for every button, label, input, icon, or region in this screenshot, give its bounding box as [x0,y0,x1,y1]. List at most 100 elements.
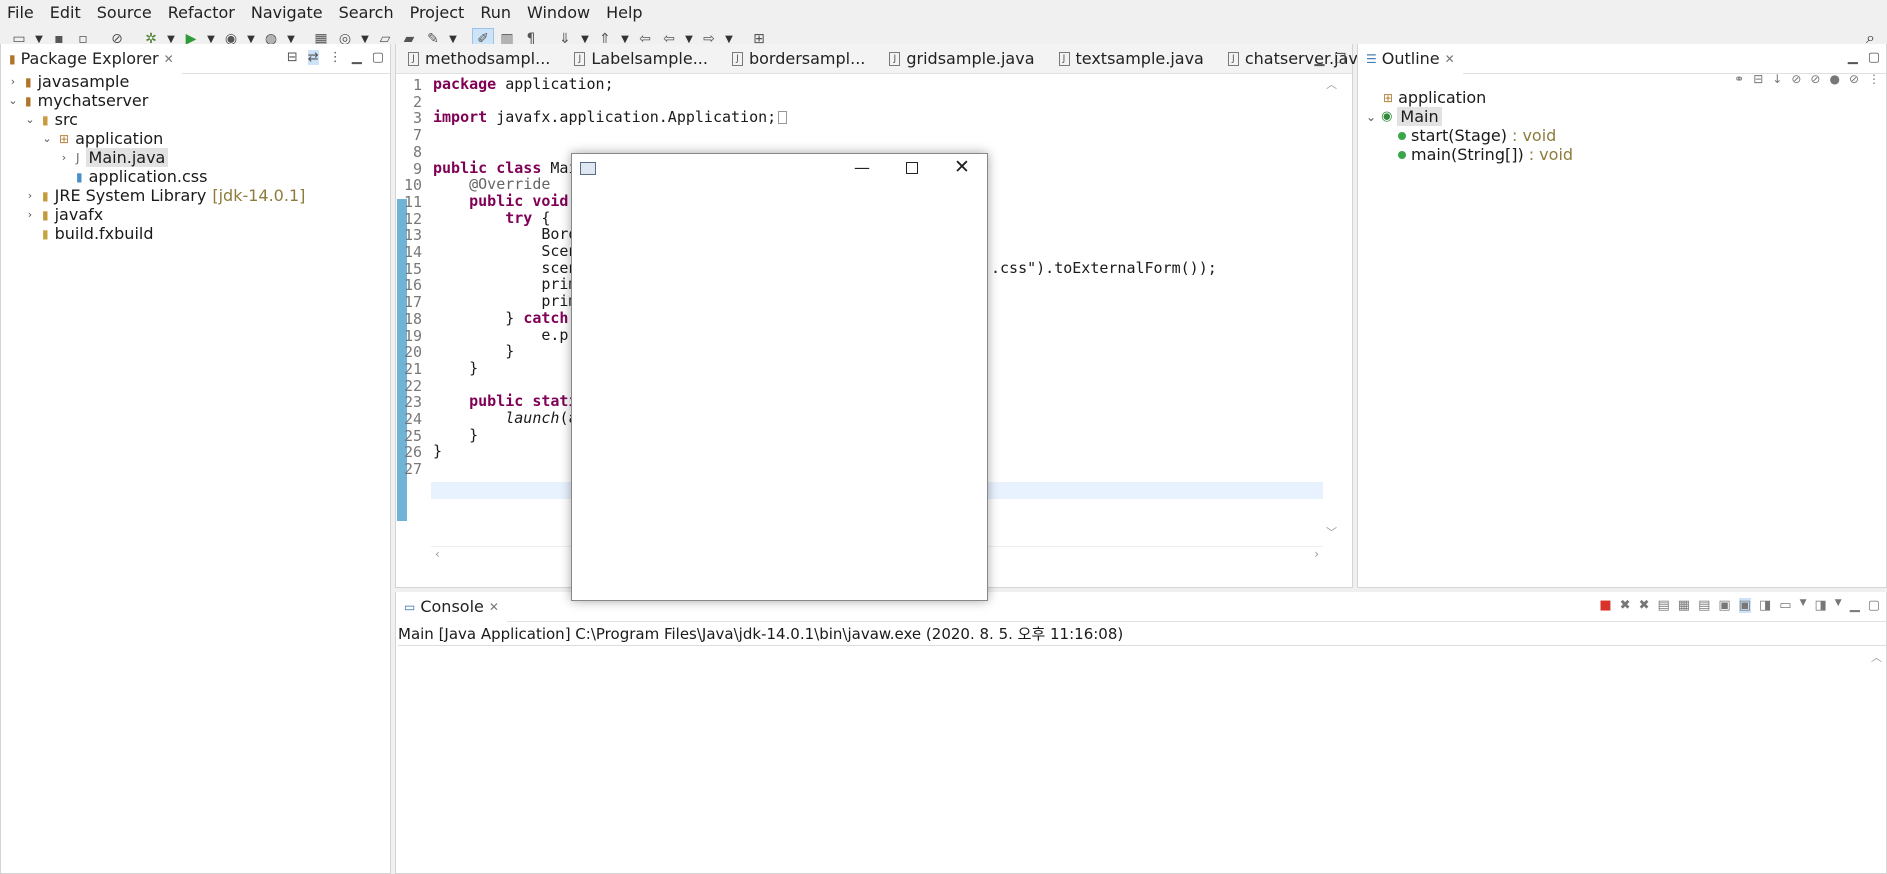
remove-all-terminated-icon[interactable]: ✖ [1639,598,1650,613]
menu-search[interactable]: Search [332,3,403,22]
tab-editor-file[interactable]: J Labelsample... [562,44,720,74]
menu-refactor[interactable]: Refactor [161,3,244,22]
maximize-icon[interactable]: ▢ [372,50,384,65]
chevron-down-icon[interactable]: ⌄ [41,132,53,145]
collapse-all-icon[interactable]: ⊟ [1753,72,1763,86]
menu-run[interactable]: Run [473,3,520,22]
show-on-error-icon[interactable]: ▣ [1738,598,1751,613]
method-icon [1398,150,1406,159]
outline-item[interactable]: ⊞ application [1383,88,1486,107]
line-number: 13 [403,226,422,245]
dropdown-icon[interactable]: ▼ [1835,598,1842,613]
java-file-icon: J [76,150,80,165]
outline-panel: ☰ Outline ✕ ▁ ▢ ⚭ ⊟ ↓ ⊘ ⊘ ● ⊘ ⋮ ⊞ applica… [1357,43,1887,588]
restore-icon[interactable]: ❐ [1334,52,1346,67]
outline-item-type: : void [1528,145,1574,164]
open-console-icon[interactable]: ◨ [1814,598,1826,613]
view-menu-icon[interactable]: ⋮ [1868,72,1880,86]
tab-editor-file[interactable]: Jchatserver.java [1216,44,1380,74]
maximize-icon[interactable]: ▢ [1868,50,1880,65]
chevron-right-icon[interactable]: › [24,189,36,202]
maximize-button[interactable] [906,162,918,174]
sort-icon[interactable]: ↓ [1772,72,1782,86]
display-console-icon[interactable]: ▭ [1779,598,1791,613]
chevron-down-icon[interactable]: ⌄ [1366,110,1376,124]
tree-item-label: build.fxbuild [54,224,154,243]
show-on-output-icon[interactable]: ▣ [1718,598,1730,613]
link-with-editor-icon[interactable]: ⇄ [307,50,319,65]
console-icon: ▭ [404,599,416,614]
outline-item[interactable]: ⌄ ◉ Main [1366,107,1442,126]
code-line[interactable]: } [433,359,478,377]
clear-console-icon[interactable]: ▤ [1657,598,1669,613]
code-line[interactable]: } [433,443,442,460]
chevron-right-icon[interactable]: › [24,208,36,221]
menu-project[interactable]: Project [403,3,474,22]
minimize-icon[interactable]: ▁ [1848,50,1858,65]
chevron-right-icon[interactable]: › [58,151,70,164]
minimize-button[interactable]: — [854,158,870,177]
code-line[interactable]: } [433,343,514,360]
line-number: 8 [412,142,422,161]
close-icon[interactable]: ✕ [489,600,499,614]
outline-item[interactable]: start(Stage) : void [1398,126,1556,145]
minimize-icon[interactable]: ▁ [1850,598,1860,613]
app-window[interactable]: — ✕ [571,153,988,601]
chevron-right-icon[interactable]: › [7,75,19,88]
outline-item[interactable]: main(String[]) : void [1398,145,1573,164]
vertical-scrollbar[interactable]: ︿ ﹀ [1324,74,1340,544]
console-output[interactable]: ︿ [396,647,1886,873]
menu-source[interactable]: Source [90,3,161,22]
code-line[interactable]: import javafx.application.Application; [433,109,788,126]
minimize-icon[interactable]: ▁ [1314,52,1324,67]
menu-help[interactable]: Help [599,3,651,22]
tab-editor-file[interactable]: Jbordersampl... [720,44,877,74]
maximize-icon[interactable]: ▢ [1868,598,1880,613]
hide-local-types-icon[interactable]: ⊘ [1849,72,1859,86]
line-number: 15 [403,259,422,278]
pin-console-icon[interactable]: ◨ [1759,598,1771,613]
line-number: 17 [403,293,422,312]
menu-file[interactable]: File [0,3,43,22]
project-icon: ▮ [25,74,32,89]
code-line[interactable]: } [433,426,478,444]
tab-editor-file[interactable]: Jgridsample.java [877,44,1046,74]
close-icon[interactable]: ✕ [164,52,174,66]
collapse-all-icon[interactable]: ⊟ [287,50,298,65]
menu-navigate[interactable]: Navigate [244,3,332,22]
hide-fields-icon[interactable]: ⊘ [1791,72,1801,86]
tab-outline[interactable]: ☰ Outline ✕ [1358,43,1463,74]
hide-non-public-icon[interactable]: ● [1829,72,1839,86]
menu-edit[interactable]: Edit [43,3,90,22]
tree-item[interactable]: ▮ build.fxbuild [24,222,153,245]
line-number: 16 [403,276,422,295]
tree-item-suffix: [jdk-14.0.1] [212,186,306,205]
chevron-down-icon[interactable]: ⌄ [7,94,19,107]
code-line[interactable]: @Override [433,176,550,193]
dropdown-icon[interactable]: ▼ [1800,598,1807,613]
folded-code-marker[interactable] [778,111,788,125]
word-wrap-icon[interactable]: ▤ [1698,598,1710,613]
java-file-icon: J [408,51,419,66]
view-menu-icon[interactable]: ⋮ [329,50,342,65]
scroll-lock-icon[interactable]: ▦ [1678,598,1690,613]
tab-package-explorer[interactable]: ▮ Package Explorer ✕ [1,43,182,74]
tab-console[interactable]: ▭ Console ✕ [396,591,507,622]
code-line[interactable]: package application; [433,76,614,93]
minimize-icon[interactable]: ▁ [352,50,362,65]
close-icon[interactable]: ✕ [1445,52,1455,66]
focus-active-task-icon[interactable]: ⚭ [1734,72,1744,86]
tab-editor-file[interactable]: Jtextsample.java [1047,44,1216,74]
chevron-down-icon[interactable]: ⌄ [24,113,36,126]
line-number: 22 [403,376,422,395]
app-window-titlebar[interactable]: — ✕ [572,154,987,184]
remove-launch-icon[interactable]: ✖ [1620,598,1631,613]
tab-label: Labelsample... [591,49,708,68]
close-button[interactable]: ✕ [954,156,970,178]
project-icon: ▮ [25,93,32,108]
menu-window[interactable]: Window [520,3,599,22]
tab-editor-file[interactable]: Jmethodsampl... [396,44,562,74]
code-line[interactable]: try { [433,209,550,227]
hide-static-icon[interactable]: ⊘ [1810,72,1820,86]
terminate-icon[interactable]: ■ [1599,598,1611,613]
